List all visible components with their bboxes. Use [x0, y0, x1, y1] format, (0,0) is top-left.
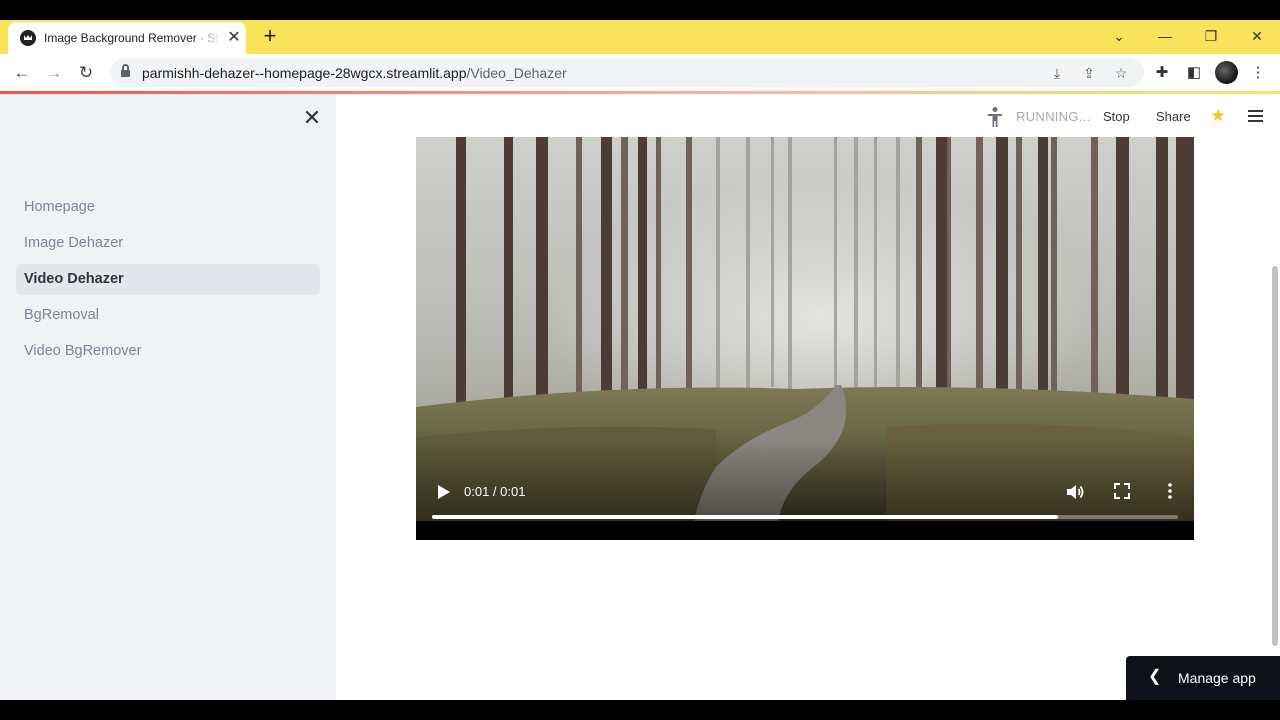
close-tab-icon[interactable]: ✕ — [224, 28, 244, 48]
chevron-left-icon: ❮ — [1148, 668, 1162, 685]
new-tab-icon[interactable]: + — [258, 24, 282, 48]
sidebar: ✕ Homepage Image Dehazer Video Dehazer B… — [0, 94, 336, 700]
more-options-icon[interactable] — [1160, 481, 1180, 501]
sidebar-item-video-bgremover[interactable]: Video BgRemover — [16, 336, 320, 367]
minimize-icon[interactable]: — — [1153, 24, 1177, 48]
restore-icon[interactable]: ❐ — [1199, 24, 1223, 48]
screen: Image Background Remover · Streamlit ✕ +… — [0, 0, 1280, 720]
streamlit-favicon-icon — [20, 30, 36, 46]
url-host: parmishh-dehazer--homepage-28wgcx.stream… — [142, 65, 467, 81]
favorite-star-icon[interactable]: ★ — [1208, 106, 1228, 126]
profile-avatar[interactable] — [1215, 61, 1238, 84]
side-panel-icon[interactable]: ◧ — [1184, 63, 1204, 83]
manage-app-button[interactable]: ❮ Manage app — [1126, 656, 1280, 700]
forward-icon[interactable]: → — [41, 60, 67, 86]
tab-search-chevron-icon[interactable]: ⌄ — [1107, 24, 1131, 48]
running-man-icon — [988, 107, 1002, 127]
share-button[interactable]: Share — [1156, 109, 1191, 124]
browser-tab[interactable]: Image Background Remover · Streamlit ✕ — [8, 22, 246, 54]
sidebar-item-bgremoval[interactable]: BgRemoval — [16, 300, 320, 331]
manage-app-label: Manage app — [1178, 670, 1256, 686]
url-path: /Video_Dehazer — [466, 65, 567, 81]
sidebar-item-video-dehazer[interactable]: Video Dehazer — [16, 264, 320, 295]
back-icon[interactable]: ← — [9, 60, 35, 86]
playback-time: 0:01 / 0:01 — [464, 484, 526, 499]
close-sidebar-icon[interactable]: ✕ — [300, 106, 324, 130]
play-icon[interactable] — [432, 481, 454, 503]
bookmark-star-icon[interactable]: ☆ — [1111, 63, 1131, 83]
video-player[interactable]: 0:01 / 0:01 — [416, 137, 1194, 540]
page-scrollbar[interactable] — [1272, 266, 1278, 646]
sidebar-item-homepage[interactable]: Homepage — [16, 192, 320, 223]
video-progress-bar[interactable] — [432, 515, 1178, 519]
stop-button[interactable]: Stop — [1103, 109, 1130, 124]
close-window-icon[interactable]: ✕ — [1245, 24, 1269, 48]
browser-menu-icon[interactable]: ⋮ — [1248, 63, 1268, 83]
volume-icon[interactable] — [1064, 481, 1086, 503]
video-bottom-letterbox — [416, 521, 1194, 540]
address-bar[interactable]: parmishh-dehazer--homepage-28wgcx.stream… — [110, 58, 1144, 87]
browser-tab-strip: Image Background Remover · Streamlit ✕ +… — [0, 20, 1280, 54]
url-text: parmishh-dehazer--homepage-28wgcx.stream… — [142, 65, 567, 81]
sidebar-item-image-dehazer[interactable]: Image Dehazer — [16, 228, 320, 259]
install-app-icon[interactable]: ⤓ — [1047, 63, 1067, 83]
tab-title: Image Background Remover · Streamlit — [44, 31, 220, 45]
hamburger-menu-icon[interactable] — [1246, 108, 1266, 124]
fullscreen-icon[interactable] — [1112, 481, 1132, 501]
extensions-puzzle-icon[interactable]: ✚ — [1152, 63, 1172, 83]
browser-toolbar: ← → ↻ parmishh-dehazer--homepage-28wgcx.… — [0, 54, 1280, 91]
share-page-icon[interactable]: ⇪ — [1079, 63, 1099, 83]
video-progress-fill — [432, 515, 1058, 519]
reload-icon[interactable]: ↻ — [73, 60, 99, 86]
running-status: RUNNING... — [1016, 109, 1091, 124]
lock-icon — [121, 64, 130, 78]
streamlit-app: ✕ Homepage Image Dehazer Video Dehazer B… — [0, 94, 1280, 700]
